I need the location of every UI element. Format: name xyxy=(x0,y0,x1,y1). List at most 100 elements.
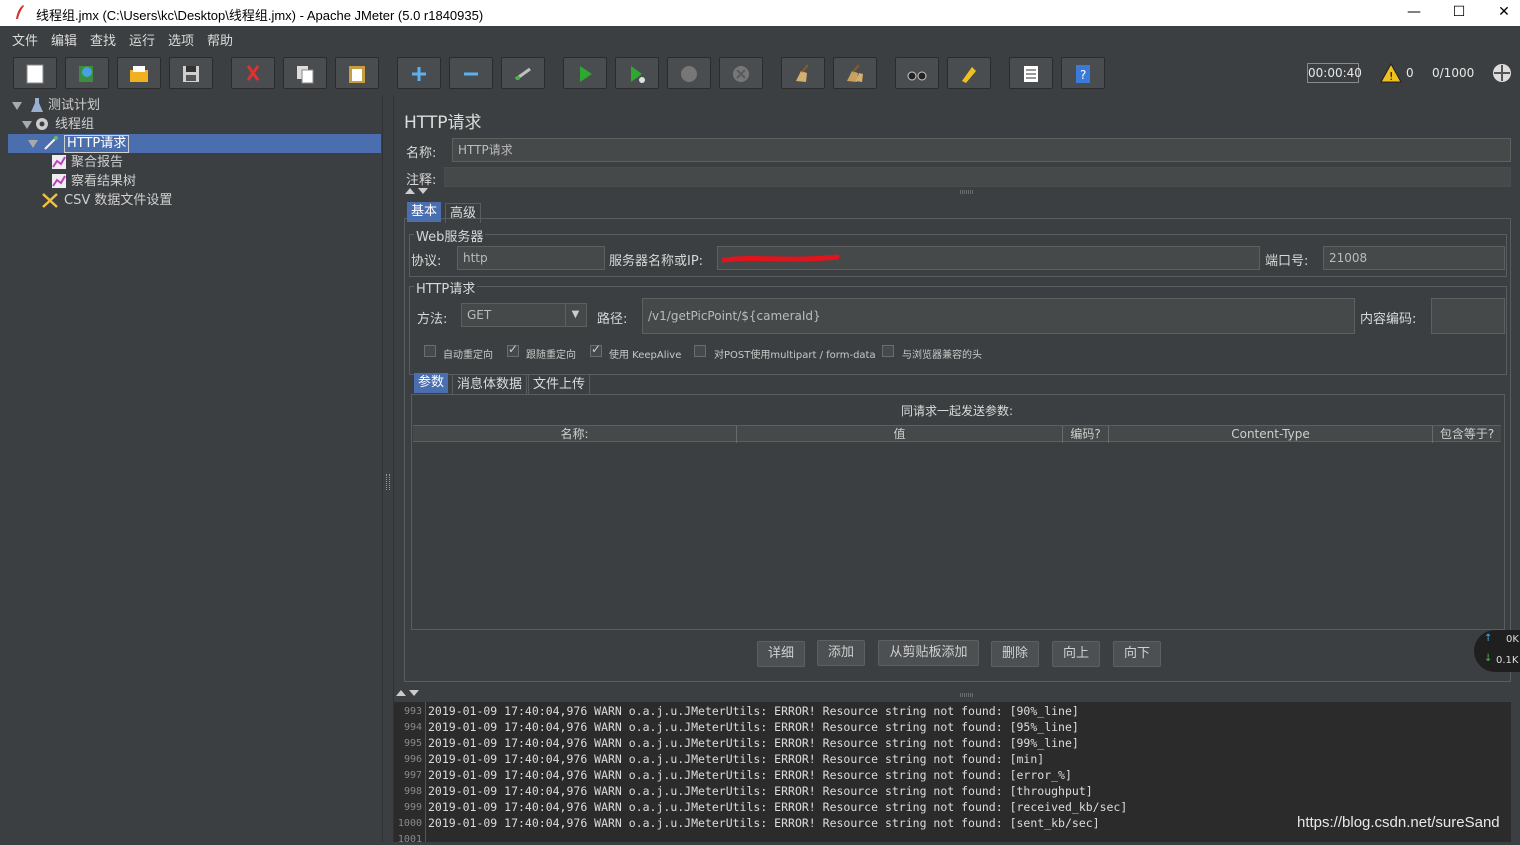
tab-basic[interactable]: 基本 xyxy=(407,202,442,222)
encoding-input[interactable] xyxy=(1431,298,1505,334)
port-input[interactable]: 21008 xyxy=(1323,246,1505,270)
detail-button[interactable]: 详细 xyxy=(757,641,805,667)
tab-file-upload[interactable]: 文件上传 xyxy=(528,374,591,394)
save-button[interactable] xyxy=(169,57,213,89)
stop-button[interactable] xyxy=(667,57,711,89)
log-collapse-arrows-icon[interactable] xyxy=(395,689,421,697)
menu-options[interactable]: 选项 xyxy=(168,30,194,49)
splitter-grip[interactable] xyxy=(386,474,390,490)
comment-input[interactable] xyxy=(444,167,1511,187)
path-input[interactable]: /v1/getPicPoint/${cameraId} xyxy=(642,298,1355,334)
help-button[interactable]: ? xyxy=(1061,57,1105,89)
method-select[interactable]: GET ▼ xyxy=(461,303,587,327)
panel-title: HTTP请求 xyxy=(404,113,482,133)
open-button[interactable] xyxy=(117,57,161,89)
search-button[interactable] xyxy=(895,57,939,89)
new-file-icon xyxy=(26,64,44,84)
delete-button[interactable]: 删除 xyxy=(991,641,1039,667)
auto-redirect-checkbox[interactable] xyxy=(424,345,436,357)
collapse-arrows-icon[interactable] xyxy=(404,187,430,195)
comment-label: 注释: xyxy=(406,173,437,188)
cut-button[interactable] xyxy=(231,57,275,89)
tree-item-label: CSV 数据文件设置 xyxy=(64,193,173,208)
expand-icon[interactable] xyxy=(22,121,32,129)
log-divider-grip-icon[interactable] xyxy=(960,693,974,697)
templates-button[interactable] xyxy=(65,57,109,89)
menu-file[interactable]: 文件 xyxy=(12,30,38,49)
up-button[interactable]: 向上 xyxy=(1052,641,1100,667)
tab-body-data[interactable]: 消息体数据 xyxy=(452,374,528,394)
port-label: 端口号: xyxy=(1265,254,1309,269)
collapse-all-button[interactable] xyxy=(449,57,493,89)
follow-redirects-label: 跟随重定向 xyxy=(526,350,576,361)
keepalive-checkbox[interactable] xyxy=(590,342,602,357)
expand-all-button[interactable] xyxy=(397,57,441,89)
down-button[interactable]: 向下 xyxy=(1113,641,1161,667)
expand-icon[interactable] xyxy=(12,102,22,110)
graph-icon xyxy=(52,155,66,169)
svg-text:!: ! xyxy=(1389,70,1393,83)
log-line: 2019-01-09 17:40:04,976 WARN o.a.j.u.JMe… xyxy=(428,768,1072,782)
column-content-type[interactable]: Content-Type xyxy=(1109,426,1433,443)
log-line-number: 994 xyxy=(403,722,422,733)
method-label: 方法: xyxy=(417,312,448,327)
auto-redirect-label: 自动重定向 xyxy=(443,350,493,361)
name-input[interactable]: HTTP请求 xyxy=(452,138,1511,162)
menu-help[interactable]: 帮助 xyxy=(207,30,233,49)
tab-advanced[interactable]: 高级 xyxy=(445,203,482,223)
paste-icon xyxy=(349,66,365,83)
follow-redirects-checkbox[interactable] xyxy=(507,342,519,357)
play-icon xyxy=(580,66,592,82)
warning-icon[interactable]: ! xyxy=(1380,63,1402,83)
reset-search-button[interactable] xyxy=(947,57,991,89)
chevron-down-icon[interactable]: ▼ xyxy=(565,304,585,326)
function-helper-button[interactable] xyxy=(1009,57,1053,89)
tab-parameters[interactable]: 参数 xyxy=(414,373,449,393)
log-line: 2019-01-09 17:40:04,976 WARN o.a.j.u.JMe… xyxy=(428,736,1079,750)
divider-grip-icon[interactable] xyxy=(960,190,974,194)
menu-bar: 文件 编辑 查找 运行 选项 帮助 xyxy=(0,26,1520,50)
toggle-icon xyxy=(515,67,531,81)
parameters-table-body[interactable] xyxy=(413,443,1501,628)
log-line: 2019-01-09 17:40:04,976 WARN o.a.j.u.JMe… xyxy=(428,816,1100,830)
method-value: GET xyxy=(467,308,492,322)
menu-search[interactable]: 查找 xyxy=(90,30,116,49)
menu-run[interactable]: 运行 xyxy=(129,30,155,49)
toggle-button[interactable] xyxy=(501,57,545,89)
expand-icon[interactable] xyxy=(28,140,38,148)
column-name[interactable]: 名称: xyxy=(413,426,737,443)
browser-headers-label: 与浏览器兼容的头 xyxy=(902,350,982,361)
start-no-pause-button[interactable] xyxy=(615,57,659,89)
reset-search-icon xyxy=(962,67,976,83)
column-include-equals[interactable]: 包含等于? xyxy=(1433,426,1501,443)
close-button[interactable]: ✕ xyxy=(1481,0,1520,26)
network-speed-widget[interactable]: ↑ 0K ↓ 0.1K xyxy=(1474,630,1520,672)
minimize-button[interactable]: — xyxy=(1391,0,1437,26)
log-line: 2019-01-09 17:40:04,976 WARN o.a.j.u.JMe… xyxy=(428,704,1079,718)
server-input[interactable] xyxy=(717,246,1260,270)
new-button[interactable] xyxy=(13,57,57,89)
menu-edit[interactable]: 编辑 xyxy=(51,30,77,49)
name-label: 名称: xyxy=(406,146,437,161)
browser-headers-checkbox[interactable] xyxy=(882,345,894,357)
download-speed: 0.1K xyxy=(1496,655,1519,666)
maximize-button[interactable]: ☐ xyxy=(1436,0,1482,26)
plus-icon xyxy=(412,67,426,81)
list-icon xyxy=(1024,66,1038,82)
add-from-clipboard-button[interactable]: 从剪贴板添加 xyxy=(878,640,979,666)
start-button[interactable] xyxy=(563,57,607,89)
clear-button[interactable] xyxy=(781,57,825,89)
clear-all-button[interactable] xyxy=(833,57,877,89)
pane-splitter[interactable] xyxy=(382,96,394,842)
add-button[interactable]: 添加 xyxy=(817,640,865,666)
upload-arrow-icon: ↑ xyxy=(1484,633,1493,644)
shutdown-button[interactable] xyxy=(719,57,763,89)
multipart-checkbox[interactable] xyxy=(694,345,706,357)
column-encode[interactable]: 编码? xyxy=(1063,426,1109,443)
save-icon xyxy=(183,66,199,82)
copy-button[interactable] xyxy=(283,57,327,89)
column-value[interactable]: 值 xyxy=(737,426,1063,443)
paste-button[interactable] xyxy=(335,57,379,89)
pipette-icon xyxy=(44,136,58,150)
protocol-input[interactable]: http xyxy=(457,246,605,270)
